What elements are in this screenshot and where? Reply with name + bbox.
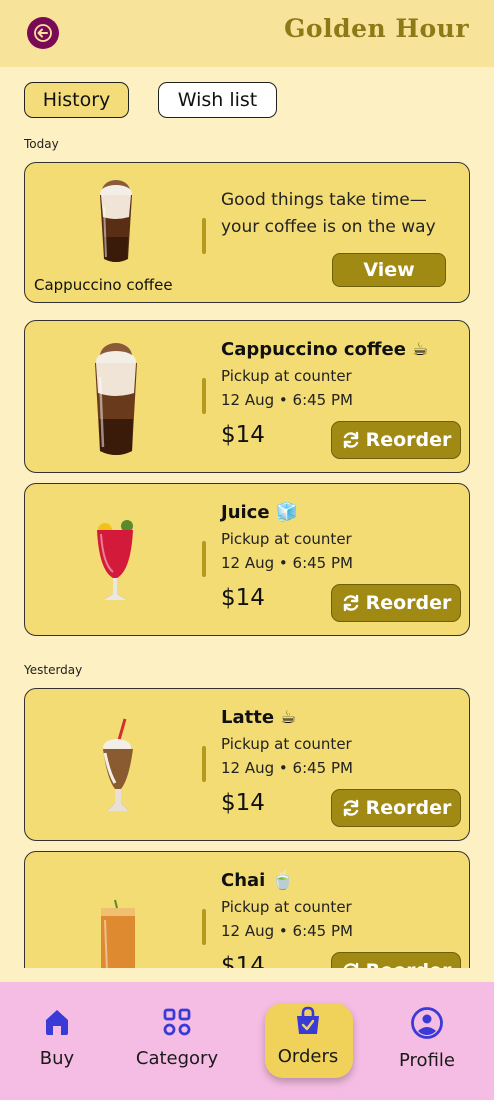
order-price: $14 [221,422,265,448]
order-name: Chai 🍵 [221,870,295,891]
orders-list[interactable]: Today Cappuccino coffee Good things take… [0,130,494,968]
chai-image [101,899,135,968]
section-label-yesterday: Yesterday [24,663,83,677]
card-divider [202,218,206,254]
order-card: Latte ☕ Pickup at counter 12 Aug • 6:45 … [24,688,470,841]
order-card: Chai 🍵 Pickup at counter 12 Aug • 6:45 P… [24,851,470,968]
category-grid-icon [163,1008,191,1036]
order-status-card: Cappuccino coffee Good things take time—… [24,162,470,303]
juice-image [97,520,133,600]
latte-image [103,718,133,811]
reorder-button[interactable]: Reorder [331,421,461,459]
shopping-bag-icon [297,1006,319,1034]
order-name: Cappuccino coffee ☕ [221,339,429,360]
tab-wish-list[interactable]: Wish list [158,82,277,118]
refresh-icon [343,799,358,817]
refresh-icon [343,962,358,968]
reorder-label: Reorder [366,960,452,968]
cappuccino-image [100,180,132,262]
nav-item-category[interactable]: Category [122,1006,232,1069]
back-button[interactable] [27,17,59,49]
order-name: Latte ☕ [221,707,297,728]
order-time: 12 Aug • 6:45 PM [221,759,353,777]
view-order-button[interactable]: View [332,253,446,287]
nav-item-orders[interactable]: Orders [253,1006,363,1067]
card-divider [202,541,206,577]
order-pickup: Pickup at counter [221,367,352,385]
app-header: Golden Hour [0,0,494,67]
profile-icon [411,1007,443,1039]
order-pickup: Pickup at counter [221,898,352,916]
reorder-button[interactable]: Reorder [331,789,461,827]
section-label-today: Today [24,137,59,151]
card-divider [202,378,206,414]
refresh-icon [343,594,358,612]
status-message: Good things take time—your coffee is on … [221,190,436,237]
order-price: $14 [221,585,265,611]
nav-label-category: Category [135,1048,219,1069]
order-time: 12 Aug • 6:45 PM [221,554,353,572]
nav-item-profile[interactable]: Profile [372,1006,482,1071]
tab-history[interactable]: History [24,82,129,118]
reorder-button[interactable]: Reorder [331,952,461,968]
reorder-label: Reorder [365,797,452,819]
reorder-label: Reorder [365,592,452,614]
cappuccino-image [95,343,137,455]
reorder-button[interactable]: Reorder [331,584,461,622]
nav-item-buy[interactable]: Buy [2,1006,112,1069]
nav-label-profile: Profile [399,1050,455,1071]
order-time: 12 Aug • 6:45 PM [221,391,353,409]
arrow-left-icon [34,24,52,42]
card-divider [202,909,206,945]
home-icon [46,1010,68,1035]
reorder-label: Reorder [365,429,452,451]
bottom-nav: Buy Category Orders Profile [0,982,494,1100]
order-price: $14 [221,953,265,968]
order-name: Juice 🧊 [221,502,299,523]
status-card-caption: Cappuccino coffee [34,276,173,294]
order-pickup: Pickup at counter [221,735,352,753]
order-pickup: Pickup at counter [221,530,352,548]
nav-label-orders: Orders [277,1046,339,1067]
nav-label-buy: Buy [39,1048,75,1069]
order-card: Juice 🧊 Pickup at counter 12 Aug • 6:45 … [24,483,470,636]
card-divider [202,746,206,782]
app-title: Golden Hour [284,14,469,43]
order-card: Cappuccino coffee ☕ Pickup at counter 12… [24,320,470,473]
order-time: 12 Aug • 6:45 PM [221,922,353,940]
order-price: $14 [221,790,265,816]
refresh-icon [343,431,358,449]
